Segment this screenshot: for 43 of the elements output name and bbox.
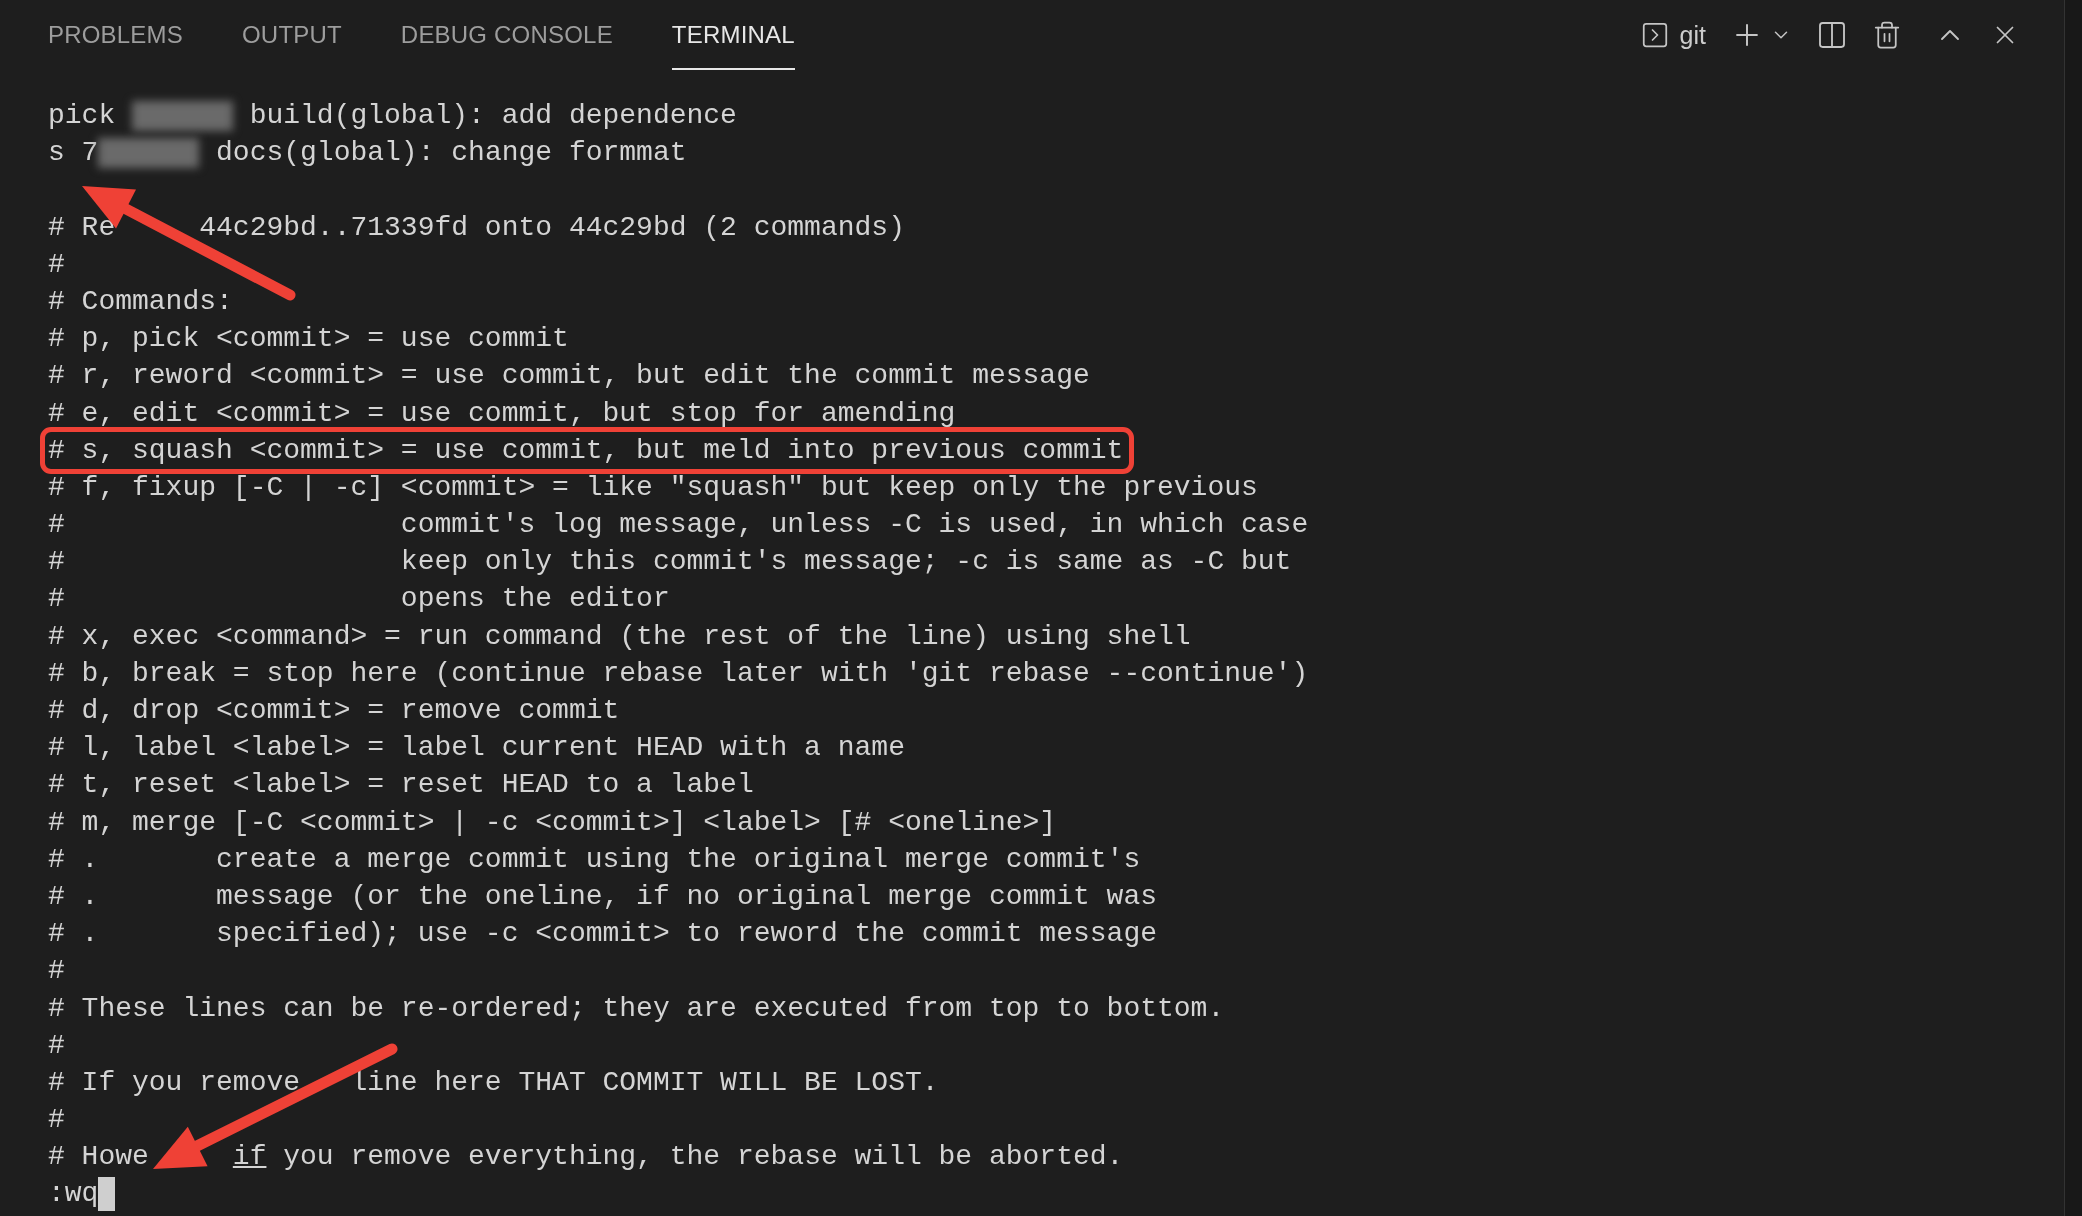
terminal-text: # These lines can be re-ordered; they are executed from top to bottom. — [48, 992, 1225, 1024]
terminal-text: # Howe — [48, 1141, 149, 1173]
terminal-text: # d, drop <commit> = remove commit — [48, 695, 620, 726]
text-cursor — [98, 1177, 116, 1212]
terminal-text: # p, pick <commit> = use commit — [48, 323, 569, 355]
terminal-text: # — [48, 1104, 65, 1136]
terminal-text: # — [48, 955, 65, 987]
terminal-text: 44c29bd..71339fd onto 44c29bd (2 commands) — [199, 211, 905, 243]
terminal-text: # If you remove — [48, 1066, 302, 1098]
terminal-text: # f, fixup [-C | -c] <commit> = like "squash" but keep only the previous — [48, 471, 1258, 503]
terminal-text: line here THAT COMMIT WILL BE LOST. — [349, 1066, 939, 1098]
terminal-text: build(global): add dependence — [248, 100, 737, 131]
terminal-text: # . create a merge commit using the original merge commit's — [48, 843, 1141, 875]
terminal-text: # s, squash <commit> = use commit, but meld into previous commit — [48, 434, 1124, 466]
terminal-text: # — [48, 248, 65, 280]
trash-icon[interactable] — [1872, 20, 1902, 50]
panel-tab[interactable]: DEBUG CONSOLE — [400, 0, 613, 70]
terminal-name[interactable]: git — [1679, 20, 1706, 50]
split-icon[interactable] — [1816, 19, 1848, 51]
underlined-word: if — [232, 1141, 267, 1173]
terminal-text: # r, reword <commit> = use commit, but edit the commit message — [48, 360, 1090, 392]
terminal-text: # opens the editor — [48, 583, 670, 615]
terminal-text: # keep only this commit's message; -c is same as -C but — [48, 546, 1292, 578]
terminal-text: # m, merge [-C <commit> | -c <commit>] <label> [# <oneline>] — [48, 806, 1057, 838]
terminal-text: :wq — [48, 1178, 99, 1210]
terminal-text: # Commands: — [48, 285, 233, 317]
terminal-text: # — [48, 1029, 65, 1061]
terminal-text: # . message (or the oneline, if no original merge commit was — [48, 880, 1157, 912]
panel-tab[interactable]: TERMINAL — [671, 0, 795, 70]
terminal-text: # . specified); use -c <commit> to reword the commit message — [48, 918, 1157, 950]
terminal-text: # b, break = stop here (continue rebase later with 'git rebase --continue') — [48, 657, 1309, 689]
panel-tab[interactable]: OUTPUT — [242, 0, 342, 70]
terminal-text: # l, label <label> = label current HEAD with a name — [48, 732, 905, 764]
terminal-text: # e, edit <commit> = use commit, but stop for amending — [48, 397, 956, 429]
panel-tab[interactable]: PROBLEMS — [48, 0, 183, 70]
terminal-text: pick — [48, 100, 117, 131]
terminal-text: # x, exec <command> = run command (the rest of the line) using shell — [48, 620, 1191, 652]
terminal-text: # Re — [48, 211, 116, 243]
terminal-text: # t, reset <label> = reset HEAD to a label — [48, 769, 754, 801]
terminal-text: docs(global): change formmat — [215, 137, 687, 169]
terminal-text: you remove everything, the rebase will be aborted. — [282, 1141, 1124, 1173]
terminal-text: s 7 — [48, 137, 99, 169]
terminal-text: # commit's log message, unless -C is used, in which case — [48, 509, 1309, 541]
